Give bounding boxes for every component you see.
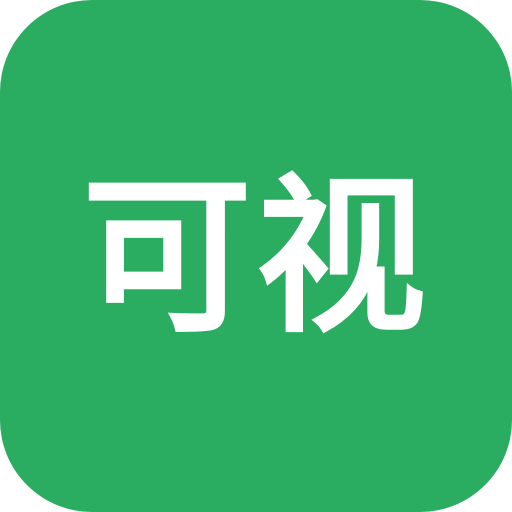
app-icon-label: 可视 <box>81 159 430 357</box>
app-icon[interactable]: 可视 <box>0 0 512 512</box>
